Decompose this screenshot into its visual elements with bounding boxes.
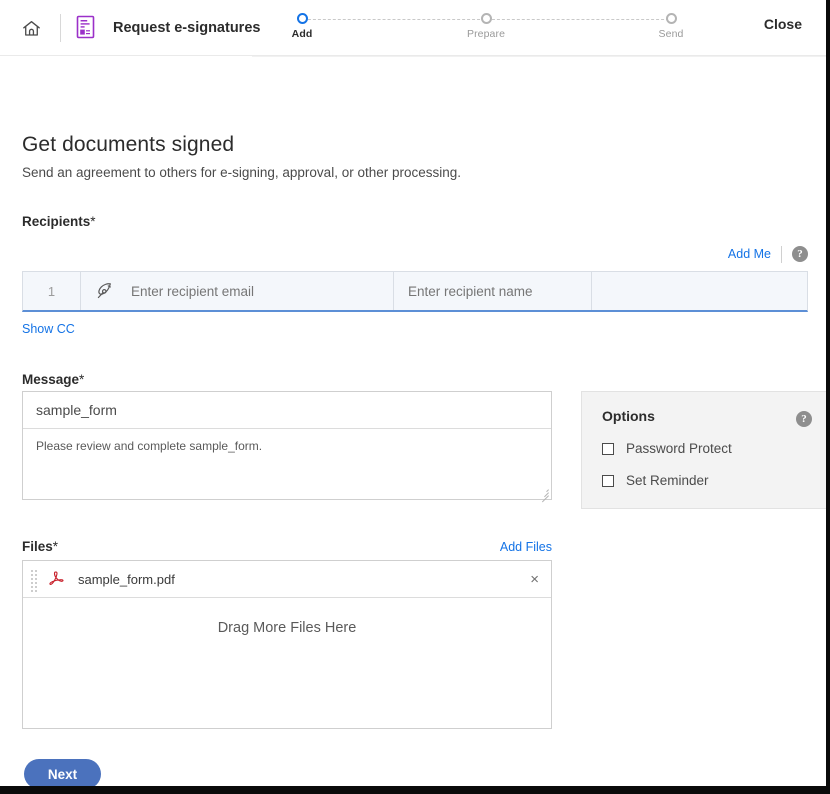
header-left-group: Request e-signatures: [14, 0, 260, 56]
add-files-link[interactable]: Add Files: [500, 540, 552, 554]
set-reminder-label: Set Reminder: [626, 473, 709, 488]
window-bottom-bar: [0, 786, 830, 794]
files-required-mark: *: [52, 539, 59, 554]
options-title: Options: [602, 408, 655, 424]
recipients-section-label: Recipients*: [22, 214, 808, 229]
message-options-row: sample_form Please review and complete s…: [22, 391, 829, 509]
password-protect-checkbox[interactable]: [602, 442, 614, 455]
stepper-step-add[interactable]: Add: [267, 10, 337, 40]
stepper-label-send: Send: [658, 28, 684, 40]
recipients-help-icon[interactable]: ?: [792, 246, 808, 262]
recipient-role-button[interactable]: [81, 272, 129, 310]
stepper-dot-add: [296, 13, 308, 24]
recipient-extra-cell: [592, 272, 807, 310]
message-box: sample_form Please review and complete s…: [22, 391, 552, 503]
pdf-icon: [49, 571, 64, 585]
files-header: Files* Add Files: [22, 539, 552, 554]
stepper-step-prepare[interactable]: Prepare: [451, 10, 521, 40]
stepper-label-prepare: Prepare: [466, 28, 506, 40]
main-content: Get documents signed Send an agreement t…: [0, 57, 830, 789]
message-column: sample_form Please review and complete s…: [22, 391, 552, 503]
page-title: Get documents signed: [22, 133, 235, 156]
option-set-reminder[interactable]: Set Reminder: [602, 473, 810, 488]
close-button[interactable]: Close: [764, 16, 802, 32]
message-section-label: Message*: [22, 372, 808, 387]
message-body-textarea[interactable]: Please review and complete sample_form.: [23, 429, 551, 503]
stepper-step-send[interactable]: Send: [636, 10, 706, 40]
recipients-label-text: Recipients: [22, 214, 91, 229]
show-cc-link[interactable]: Show CC: [22, 322, 75, 336]
option-password-protect[interactable]: Password Protect: [602, 441, 810, 456]
files-label-text: Files: [22, 539, 53, 554]
files-box: sample_form.pdf × Drag More Files Here: [22, 560, 552, 729]
recipient-name-input[interactable]: Enter recipient name: [394, 272, 592, 310]
next-button[interactable]: Next: [24, 759, 101, 789]
message-label-text: Message: [22, 372, 80, 387]
toolbar-divider: [781, 245, 782, 263]
stepper-dot-prepare: [480, 13, 492, 24]
home-button[interactable]: [14, 11, 48, 45]
esign-document-icon: [76, 15, 95, 39]
page-subtitle: Send an agreement to others for e-signin…: [22, 165, 462, 180]
progress-stepper: Add Prepare Send: [290, 10, 683, 50]
add-me-link[interactable]: Add Me: [728, 247, 771, 261]
recipient-email-input[interactable]: Enter recipient email: [129, 272, 394, 310]
window-right-edge: [826, 0, 830, 794]
stepper-dot-send: [665, 13, 677, 24]
recipients-required-mark: *: [90, 214, 96, 229]
textarea-resize-handle[interactable]: [539, 487, 549, 503]
file-list-item: sample_form.pdf ×: [23, 561, 551, 598]
header-divider: [60, 14, 61, 42]
stepper-label-add: Add: [291, 28, 313, 40]
password-protect-label: Password Protect: [626, 441, 732, 456]
message-body-text: Please review and complete sample_form.: [36, 439, 263, 453]
file-drop-zone[interactable]: Drag More Files Here: [23, 598, 551, 728]
options-help-icon[interactable]: ?: [796, 411, 812, 427]
remove-file-button[interactable]: ×: [530, 572, 539, 587]
home-icon: [22, 20, 40, 36]
file-name: sample_form.pdf: [78, 571, 175, 587]
options-panel: Options ? Password Protect Set Reminder: [581, 391, 829, 509]
app-header: Request e-signatures Add Prepare Send Cl…: [0, 0, 830, 56]
recipients-toolbar: Add Me ?: [22, 241, 808, 267]
files-section-label: Files*: [22, 539, 58, 554]
set-reminder-checkbox[interactable]: [602, 474, 614, 487]
pen-nib-icon: [97, 283, 111, 299]
esign-request-window: Request e-signatures Add Prepare Send Cl…: [0, 0, 830, 794]
message-subject-input[interactable]: sample_form: [23, 392, 551, 429]
file-drag-handle-icon[interactable]: [31, 570, 37, 592]
recipient-index: 1: [23, 272, 81, 310]
app-title: Request e-signatures: [113, 20, 261, 36]
drop-zone-hint: Drag More Files Here: [217, 620, 357, 636]
recipient-row: 1 Enter recipient email Enter recipient …: [22, 271, 808, 312]
message-required-mark: *: [79, 372, 85, 387]
